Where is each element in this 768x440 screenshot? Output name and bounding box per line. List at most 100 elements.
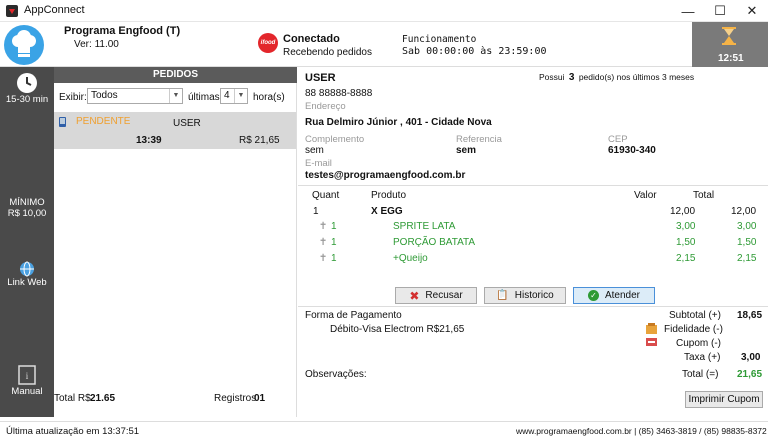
- clock-panel: 12:51: [692, 22, 768, 67]
- total-value: 21.65: [90, 393, 116, 404]
- close-button[interactable]: ✕: [736, 0, 768, 22]
- cupom-icon: [646, 338, 657, 349]
- atender-label: Atender: [604, 290, 641, 301]
- item-total: 1,50: [737, 237, 757, 248]
- forma-pagamento-label: Forma de Pagamento: [305, 310, 402, 321]
- status-bar: Última atualização em 13:37:51 www.progr…: [0, 421, 768, 440]
- maximize-button[interactable]: ☐: [704, 0, 736, 22]
- ultimas-select[interactable]: 4 ▼: [220, 88, 248, 104]
- connection-status: Conectado: [283, 33, 340, 45]
- clock-time: 12:51: [718, 53, 744, 64]
- forma-pagamento-value: Débito-Visa Electrom R$21,65: [330, 324, 465, 335]
- pedidos-header: PEDIDOS: [54, 67, 297, 83]
- subtotal-label: Subtotal (+): [669, 310, 721, 321]
- taxa-value: 3,00: [741, 352, 761, 363]
- total-final-label: Total (=): [682, 369, 719, 380]
- funcionamento-hours: Sab 00:00:00 às 23:59:00: [402, 46, 547, 57]
- chevron-down-icon: ▼: [234, 89, 247, 103]
- check-icon: ✓: [587, 290, 599, 301]
- atender-button[interactable]: ✓ Atender: [573, 287, 655, 304]
- last-update: Última atualização em 13:37:51: [6, 426, 140, 437]
- registros-label: Registros: [214, 393, 257, 404]
- item-valor: 2,15: [676, 253, 696, 264]
- email-label: E-mail: [305, 158, 332, 169]
- endereco-label: Endereço: [305, 101, 346, 112]
- registros-value: 01: [254, 393, 266, 404]
- endereco-value: Rua Delmiro Júnior , 401 - Cidade Nova: [305, 117, 492, 128]
- manual-icon: i: [18, 365, 36, 388]
- complemento-value: sem: [305, 145, 324, 156]
- historico-button[interactable]: 📋 Historico: [484, 287, 566, 304]
- app-icon: [6, 5, 18, 17]
- item-quant: 1: [331, 221, 337, 232]
- complemento-label: Complemento: [305, 134, 365, 145]
- possui-prefix: Possui: [539, 72, 565, 82]
- connection-substatus: Recebendo pedidos: [283, 47, 372, 58]
- exibir-select[interactable]: Todos ▼: [87, 88, 183, 104]
- observacoes-label: Observações:: [305, 369, 367, 380]
- order-customer: USER: [173, 118, 201, 129]
- chef-logo-icon: [4, 25, 44, 65]
- hourglass-icon: [722, 27, 736, 50]
- cep-label: CEP: [608, 134, 628, 145]
- program-version: Ver: 11.00: [74, 39, 119, 50]
- subtotal-value: 18,65: [737, 310, 763, 321]
- item-quant: 1: [313, 206, 319, 217]
- paperclip-icon: ✝: [319, 237, 328, 248]
- order-value: R$ 21,65: [239, 135, 280, 146]
- minimize-button[interactable]: —: [672, 0, 704, 22]
- item-produto: PORÇÃO BATATA: [393, 237, 476, 248]
- order-time: 13:39: [136, 135, 162, 146]
- total-final-value: 21,65: [737, 369, 763, 380]
- item-valor: 3,00: [676, 221, 696, 232]
- imprimir-cupom-button[interactable]: Imprimir Cupom: [685, 391, 763, 408]
- imprimir-label: Imprimir Cupom: [688, 394, 760, 405]
- left-sidebar: 15-30 min MÍNIMO R$ 10,00 Link Web i Man…: [0, 67, 54, 417]
- item-quant: 1: [331, 253, 337, 264]
- col-quant: Quant: [312, 190, 340, 201]
- paperclip-icon: ✝: [319, 221, 328, 232]
- divider: [298, 185, 768, 186]
- svg-text:i: i: [26, 371, 29, 381]
- link-web-button[interactable]: Link Web: [0, 277, 54, 288]
- historico-label: Historico: [514, 290, 554, 301]
- title-bar: AppConnect — ☐ ✕: [0, 0, 768, 22]
- exibir-select-value: Todos: [91, 90, 118, 101]
- possui-suffix: pedido(s) nos últimos 3 meses: [578, 72, 695, 82]
- col-total: Total: [693, 190, 715, 201]
- chevron-down-icon: ▼: [169, 89, 182, 103]
- order-row[interactable]: PENDENTE USER 13:39 R$ 21,65: [54, 112, 296, 149]
- customer-history: Possui 3 pedido(s) nos últimos 3 meses: [539, 72, 694, 83]
- item-produto: SPRITE LATA: [393, 221, 456, 232]
- ultimas-label: últimas: [188, 92, 220, 103]
- recusar-button[interactable]: ✖ Recusar: [395, 287, 477, 304]
- item-total: 2,15: [737, 253, 757, 264]
- total-label: Total R$: [54, 393, 91, 404]
- minimo-label: MÍNIMO: [9, 197, 45, 208]
- item-produto: X EGG: [371, 206, 403, 217]
- contact-info: www.programaengfood.com.br | (85) 3463-3…: [516, 426, 767, 436]
- item-quant: 1: [331, 237, 337, 248]
- phone-icon: [59, 117, 66, 130]
- customer-phone: 88 88888-8888: [305, 88, 373, 99]
- window-title: AppConnect: [24, 4, 85, 16]
- possui-count: 3: [568, 72, 575, 83]
- order-status: PENDENTE: [76, 116, 131, 127]
- cep-value: 61930-340: [608, 145, 656, 156]
- customer-name: USER: [305, 72, 336, 84]
- item-total: 12,00: [731, 206, 757, 217]
- funcionamento-label: Funcionamento: [402, 34, 477, 45]
- fidelidade-label: Fidelidade (-): [664, 324, 723, 335]
- referencia-label: Referencia: [456, 134, 502, 145]
- minimo-value: R$ 10,00: [7, 208, 47, 219]
- fidelidade-icon: [646, 323, 657, 337]
- email-value: testes@programaengfood.com.br: [305, 170, 466, 181]
- manual-button[interactable]: Manual: [0, 386, 54, 397]
- clock-icon: [17, 73, 37, 93]
- divider: [298, 306, 768, 307]
- program-title: Programa Engfood (T): [64, 25, 181, 37]
- paperclip-icon: ✝: [319, 253, 328, 264]
- ifood-logo-icon: ifood: [258, 33, 278, 53]
- clipboard-icon: 📋: [496, 290, 509, 301]
- delivery-time-label[interactable]: 15-30 min: [0, 94, 54, 105]
